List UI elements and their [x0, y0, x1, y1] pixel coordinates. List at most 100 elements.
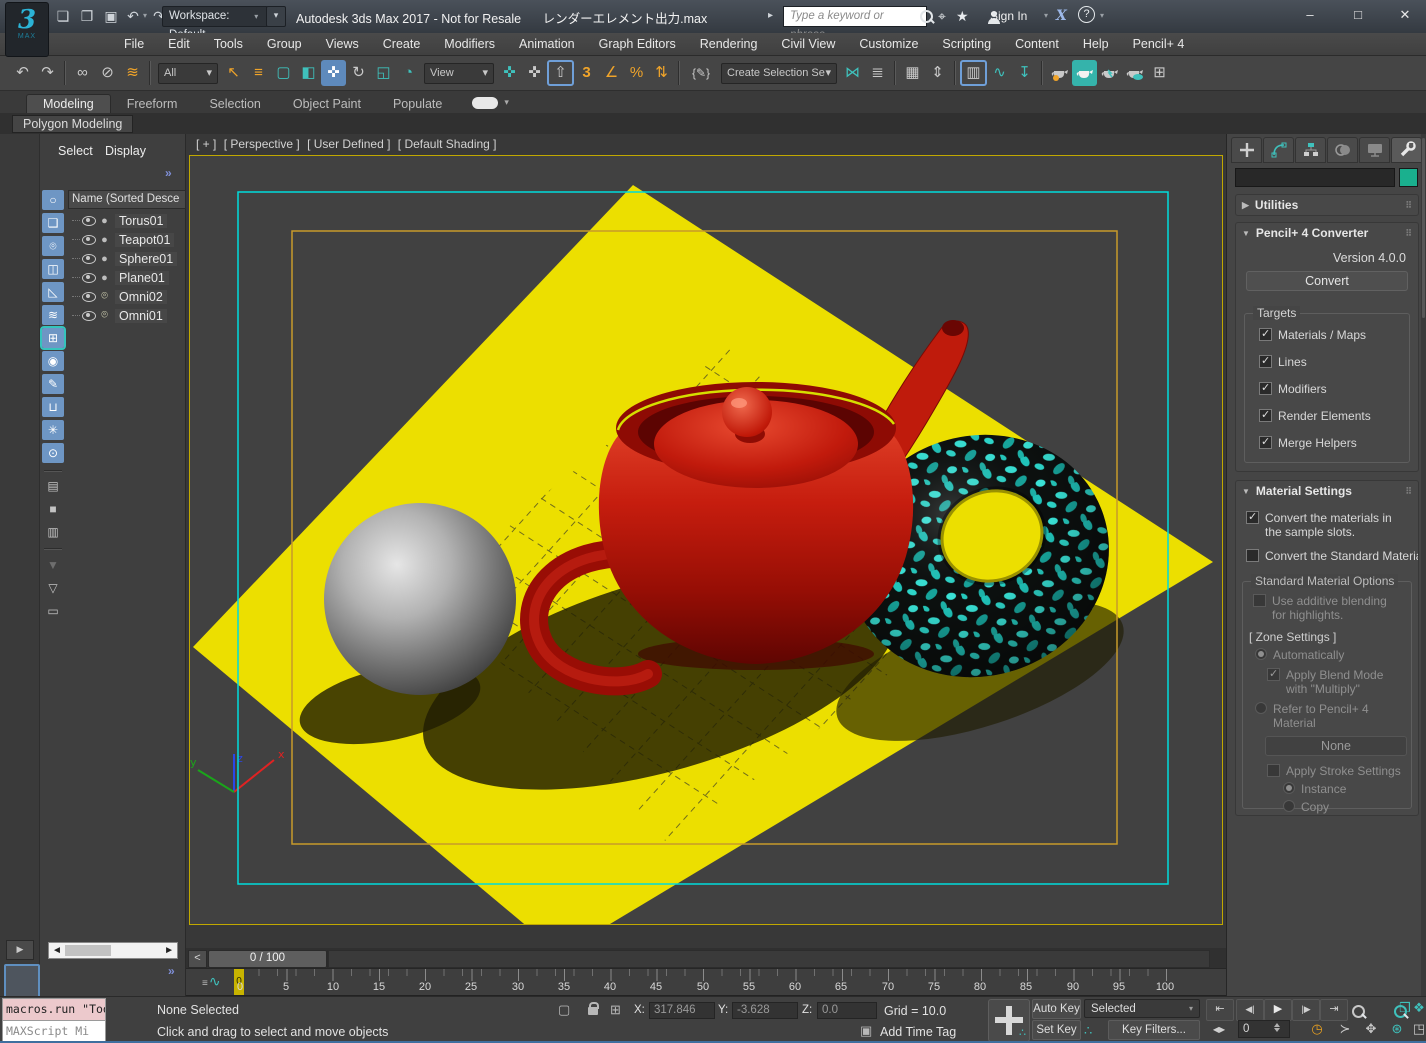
viewport-menu-user[interactable]: [ User Defined ] [307, 137, 390, 151]
visibility-eye-icon[interactable] [82, 235, 96, 245]
checkbox-modifiers[interactable]: Modifiers [1259, 382, 1327, 396]
explorer-horizontal-scrollbar[interactable]: ◄ ► [48, 942, 178, 959]
radio-automatically[interactable]: Automatically [1255, 648, 1344, 662]
frame-back-button[interactable]: < [188, 950, 207, 968]
expand-panel-button[interactable]: ▶ [6, 940, 34, 960]
radio-refer-pencil4[interactable]: Refer to Pencil+ 4 Material [1255, 702, 1395, 730]
visibility-eye-icon[interactable] [82, 273, 96, 283]
walk-through-icon[interactable]: ≻ [1334, 1019, 1356, 1039]
key-step-icon[interactable]: ◀▶ [1206, 1020, 1232, 1040]
explorer-select-menu[interactable]: Select [58, 144, 93, 158]
checkbox-icon[interactable] [1246, 549, 1259, 562]
new-file-icon[interactable]: ❏ [52, 5, 74, 27]
menu-edit[interactable]: Edit [156, 33, 202, 55]
utility-name-field[interactable] [1235, 168, 1395, 187]
checkbox-icon[interactable] [1267, 764, 1280, 777]
radio-icon[interactable] [1255, 702, 1267, 714]
menu-file[interactable]: File [112, 33, 156, 55]
listener-script-line[interactable]: MAXScript Mi [3, 1021, 105, 1041]
select-object-icon[interactable]: ↖ [221, 60, 246, 86]
render-production-icon[interactable]: ⊞ [1147, 60, 1172, 86]
sphere-object[interactable] [324, 503, 516, 695]
object-name[interactable]: Omni01 [115, 309, 167, 323]
track-bar[interactable]: ∿ 0 0 5 10 15 20 25 30 35 40 45 50 55 60… [186, 969, 1226, 996]
auto-key-button[interactable]: Auto Key [1032, 999, 1081, 1019]
object-name[interactable]: Torus01 [115, 214, 167, 228]
viewport-menu-view[interactable]: [ Perspective ] [224, 137, 300, 151]
curve-editor-icon[interactable]: ∿ [987, 60, 1012, 86]
checkbox-additive-blending[interactable]: Use additive blending for highlights. [1253, 594, 1401, 622]
workspace-extra-button[interactable]: ▾ [266, 6, 286, 27]
menu-scripting[interactable]: Scripting [930, 33, 1003, 55]
rollout-grip-icon[interactable]: ⠿ [1405, 228, 1412, 239]
named-selection-set-dropdown[interactable]: Create Selection Se ▾ [721, 63, 837, 84]
favorites-star-icon[interactable]: ★ [956, 5, 969, 27]
manage-layers-icon[interactable]: ▦ [900, 60, 925, 86]
object-name[interactable]: Omni02 [115, 290, 167, 304]
a360-icon[interactable]: X [1056, 5, 1067, 27]
maximize-button[interactable]: □ [1343, 4, 1373, 26]
go-to-end-button[interactable]: ⇥ [1320, 999, 1348, 1021]
menu-modifiers[interactable]: Modifiers [432, 33, 507, 55]
tab-hierarchy[interactable] [1295, 137, 1326, 163]
pivot-point-icon[interactable]: ⇧ [547, 60, 574, 86]
table-row[interactable]: ● Plane01 [68, 268, 186, 287]
filter-all-types-icon[interactable]: ⊞ [42, 328, 64, 348]
viewport-canvas[interactable]: z x y [190, 156, 1222, 924]
z-coordinate-field[interactable]: 0.0 [817, 1002, 877, 1019]
orbit-icon[interactable]: ⊛ [1386, 1019, 1408, 1039]
checkbox-icon[interactable] [1259, 436, 1272, 449]
reference-coordinate-dropdown[interactable]: View ▾ [424, 63, 494, 84]
select-and-rotate-icon[interactable]: ↻ [346, 60, 371, 86]
frame-spinner[interactable] [1272, 1020, 1281, 1035]
checkbox-apply-stroke-settings[interactable]: Apply Stroke Settings [1267, 764, 1401, 778]
ribbon-minimize-dropdown-icon[interactable]: ▾ [504, 97, 509, 108]
previous-frame-button[interactable]: ◀| [1236, 999, 1264, 1021]
maxscript-mini-listener[interactable]: macros.run "Tool MAXScript Mi [2, 998, 106, 1042]
polygon-modeling-panel-tab[interactable]: Polygon Modeling [12, 115, 133, 133]
filter-cameras-icon[interactable]: ◫ [42, 259, 64, 279]
checkbox-icon[interactable] [1246, 511, 1259, 524]
convert-button[interactable]: Convert [1246, 271, 1408, 291]
selection-filter-dropdown[interactable]: All ▾ [158, 63, 218, 84]
bind-to-spacewarp-icon[interactable]: ≋ [120, 60, 145, 86]
filter-bones-icon[interactable]: ✎ [42, 374, 64, 394]
select-and-move-icon[interactable]: ✜ [321, 60, 346, 86]
edit-named-selection-sets-icon[interactable]: {✎} [684, 60, 718, 86]
explorer-name-column-header[interactable]: Name (Sorted Desce [68, 190, 186, 209]
spinner-snap-icon[interactable]: ⇅ [649, 60, 674, 86]
radio-instance[interactable]: Instance [1283, 782, 1346, 796]
table-row[interactable]: ⌾ Omni01 [68, 306, 186, 325]
selection-filter-icon[interactable]: ▽ [42, 578, 64, 598]
scrollbar-thumb[interactable] [65, 945, 111, 956]
set-key-button[interactable]: Set Key [1032, 1020, 1081, 1040]
percent-snap-icon[interactable]: % [624, 60, 649, 86]
selection-lock-icon[interactable] [588, 1007, 598, 1015]
rendered-frame-window-icon[interactable] [1122, 60, 1147, 86]
ribbon-tab-modeling[interactable]: Modeling [26, 94, 111, 113]
menu-create[interactable]: Create [371, 33, 433, 55]
checkbox-icon[interactable] [1267, 668, 1280, 681]
select-manipulate-icon[interactable]: ✜ [522, 60, 547, 86]
checkbox-icon[interactable] [1259, 355, 1272, 368]
checkbox-convert-standard[interactable]: Convert the Standard Materia [1246, 549, 1418, 563]
menu-customize[interactable]: Customize [847, 33, 930, 55]
checkbox-merge-helpers[interactable]: Merge Helpers [1259, 436, 1357, 450]
radio-copy[interactable]: Copy [1283, 800, 1329, 814]
go-to-start-button[interactable]: ⇤ [1206, 999, 1234, 1021]
rollout-grip-icon[interactable]: ⠿ [1405, 486, 1412, 497]
time-tag-icon[interactable]: ▣ [860, 1023, 872, 1039]
view-detail-icon[interactable]: ■ [42, 499, 64, 519]
explorer-bottom-chevron-icon[interactable]: » [168, 964, 175, 978]
object-name[interactable]: Teapot01 [115, 233, 174, 247]
viewport-layout-tab[interactable] [4, 964, 40, 998]
time-slider-handle[interactable]: 0 / 100 [208, 950, 327, 968]
checkbox-icon[interactable] [1259, 409, 1272, 422]
minimize-button[interactable]: – [1295, 4, 1325, 26]
menu-group[interactable]: Group [255, 33, 314, 55]
filter-shapes-icon[interactable]: ❑ [42, 213, 64, 233]
explorer-display-menu[interactable]: Display [105, 144, 146, 158]
scene-explorer-toggle-icon[interactable]: ▥ [960, 60, 987, 86]
table-row[interactable]: ● Sphere01 [68, 249, 186, 268]
key-filters-button[interactable]: Key Filters... [1108, 1020, 1200, 1040]
